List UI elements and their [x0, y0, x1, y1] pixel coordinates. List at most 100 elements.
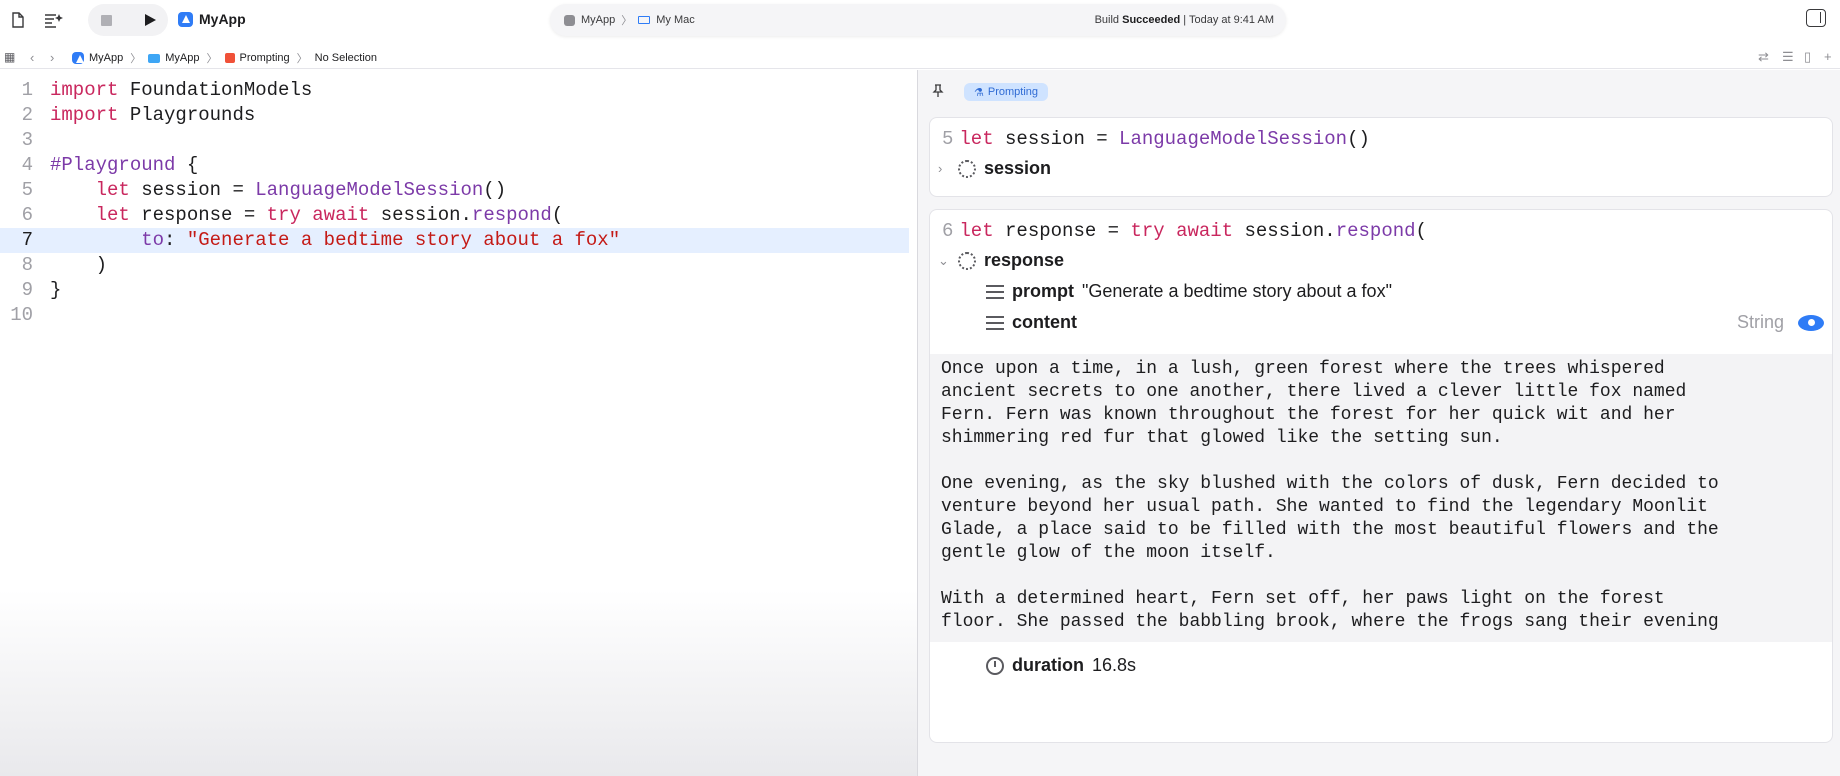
code-text: } [50, 279, 62, 301]
timer-icon [986, 656, 1004, 675]
session-row[interactable]: › session [938, 158, 1051, 179]
prompt-row[interactable]: prompt "Generate a bedtime story about a… [986, 281, 1392, 302]
pin-icon[interactable] [932, 84, 944, 101]
response-label: response [984, 250, 1065, 270]
story-paragraph: Once upon a time, in a lush, green fores… [941, 359, 1687, 448]
code-line: 9 } [0, 278, 909, 303]
activity-status-bar: MyApp 〉 My Mac Build Succeeded | Today a… [550, 4, 1286, 36]
argument-label-token: to [141, 229, 165, 251]
code-line: 5 let session = LanguageModelSession() [0, 178, 909, 203]
keyword-token: let [95, 204, 130, 226]
sync-icon[interactable]: ⇄ [1758, 49, 1769, 65]
keyword-token: try [266, 204, 301, 226]
document-icon[interactable] [6, 8, 30, 32]
code-text: FoundationModels [118, 79, 313, 101]
line-number: 7 [21, 229, 33, 251]
prompt-value: "Generate a bedtime story about a fox" [1082, 281, 1392, 301]
code-line: 6 let response = try await session.respo… [0, 203, 909, 228]
chevron-right-icon[interactable]: › [938, 161, 950, 176]
eye-icon[interactable] [1798, 314, 1824, 331]
content-label: content [1012, 312, 1077, 332]
build-result: Succeeded [1122, 14, 1181, 26]
session-label: session [984, 158, 1052, 178]
content-type: String [1736, 312, 1784, 332]
text-quote-icon [986, 284, 1004, 299]
duration-row: duration 16.8s [986, 655, 1136, 676]
chevron-down-icon[interactable]: ⌄ [938, 253, 950, 269]
prompting-tag[interactable]: ⚗ Prompting [964, 83, 1049, 101]
line-number: 5 [942, 128, 954, 150]
code-text: () [483, 179, 507, 201]
line-number: 9 [21, 279, 33, 301]
breadcrumb-selection[interactable]: No Selection [315, 52, 377, 64]
line-number: 4 [21, 154, 33, 176]
chevron-right-icon: 〉 [206, 53, 218, 65]
code-text: session. [1233, 220, 1336, 242]
source-editor[interactable]: 1 import FoundationModels 2 import Playg… [0, 70, 917, 776]
line-number: 6 [21, 204, 33, 226]
build-status: Build Succeeded | Today at 9:41 AM [1095, 14, 1274, 26]
line-number: 1 [21, 79, 33, 101]
folder-icon [148, 53, 161, 63]
content-row[interactable]: content String [986, 312, 1832, 333]
duration-value: 16.8s [1092, 655, 1137, 675]
inspector-toggle-icon[interactable] [1806, 9, 1826, 27]
method-token: respond [1335, 220, 1416, 242]
app-name-label: MyApp [199, 11, 246, 27]
code-line: 8 ) [0, 253, 909, 278]
scheme-destination: My Mac [656, 14, 695, 26]
line-number: 8 [21, 254, 33, 276]
stop-icon[interactable] [94, 8, 118, 32]
swift-file-icon [224, 53, 235, 63]
code-line: 2 import Playgrounds [0, 103, 909, 128]
app-name[interactable]: MyApp [178, 11, 246, 27]
chevron-right-icon: 〉 [130, 53, 142, 65]
breadcrumb-group[interactable]: MyApp [165, 52, 199, 64]
breadcrumb-file[interactable]: Prompting [240, 52, 290, 64]
text-quote-icon [986, 315, 1004, 330]
code-text: response = [993, 220, 1131, 242]
line-number: 5 [21, 179, 33, 201]
forward-icon[interactable]: › [50, 50, 54, 65]
chevron-right-icon: 〉 [621, 15, 633, 27]
code-text: session = [993, 128, 1120, 150]
story-paragraph: One evening, as the sky blushed with the… [941, 474, 1719, 563]
back-icon[interactable]: ‹ [30, 50, 34, 65]
keyword-token: import [50, 104, 119, 126]
keyword-token: let [959, 128, 994, 150]
editor-options-icon[interactable]: ☰ [1782, 49, 1794, 65]
jump-bar: ▦ ‹ › MyApp 〉 MyApp 〉 Prompting 〉 No Sel… [0, 46, 1840, 69]
scheme-selector[interactable]: MyApp 〉 My Mac [564, 12, 695, 28]
type-token: LanguageModelSession [255, 179, 484, 201]
code-line: 4 #Playground { [0, 153, 909, 178]
prompt-label: prompt [1012, 281, 1074, 301]
coding-assistant-icon[interactable] [42, 8, 66, 32]
code-text: { [175, 154, 199, 176]
code-line: 10 [0, 303, 909, 328]
line-number: 10 [10, 304, 33, 326]
scheme-app-icon [564, 14, 575, 26]
scheme-target: MyApp [581, 14, 616, 26]
run-icon[interactable] [138, 8, 162, 32]
chevron-right-icon: 〉 [296, 53, 308, 65]
response-row[interactable]: ⌄ response [938, 250, 1064, 271]
code-text: session. [369, 204, 472, 226]
type-token: LanguageModelSession [1119, 128, 1348, 150]
object-icon [958, 251, 976, 270]
code-text: ( [551, 204, 564, 226]
add-editor-icon[interactable]: + [1824, 49, 1832, 64]
session-result-card: 5 let session = LanguageModelSession() › … [930, 118, 1832, 196]
method-token: respond [471, 204, 552, 226]
mac-icon [638, 16, 651, 24]
grid-icon[interactable]: ▦ [4, 50, 15, 64]
code-text: response = [129, 204, 267, 226]
code-line: 3 [0, 128, 909, 153]
app-icon [178, 11, 193, 27]
split-editor-icon[interactable]: ▯ [1804, 49, 1811, 65]
code-text: session = [129, 179, 256, 201]
content-text-area[interactable]: Once upon a time, in a lush, green fores… [930, 354, 1832, 642]
current-line: 7 to: "Generate a bedtime story about a … [0, 228, 909, 253]
macro-token: #Playground [50, 154, 176, 176]
breadcrumb-project[interactable]: MyApp [89, 52, 123, 64]
